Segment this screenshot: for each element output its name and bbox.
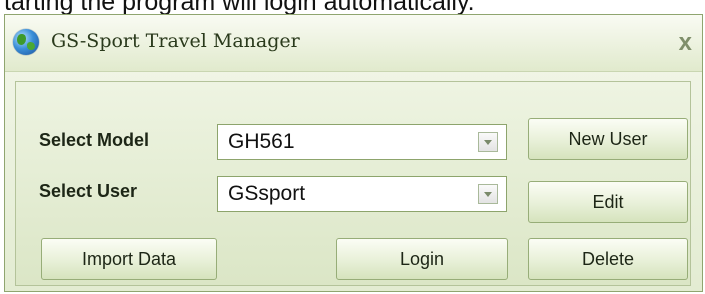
app-window: GS-Sport Travel Manager x Select Model G… — [4, 14, 703, 292]
window-title: GS-Sport Travel Manager — [51, 30, 300, 52]
select-user-label: Select User — [39, 181, 138, 201]
user-select[interactable]: GSsport — [217, 176, 507, 212]
close-icon[interactable]: x — [679, 31, 692, 55]
login-button[interactable]: Login — [336, 238, 508, 280]
select-model-label: Select Model — [39, 130, 150, 150]
chevron-down-icon[interactable] — [478, 132, 498, 152]
chevron-down-icon[interactable] — [478, 184, 498, 204]
model-select-value: GH561 — [228, 130, 295, 153]
edit-button[interactable]: Edit — [528, 181, 688, 223]
screenshot: tarting the program will login automatic… — [0, 0, 705, 294]
title-bar: GS-Sport Travel Manager x — [5, 15, 702, 72]
login-panel: Select Model GH561 New User Select User … — [15, 81, 691, 286]
new-user-button[interactable]: New User — [528, 118, 688, 160]
globe-icon — [13, 29, 39, 55]
delete-button[interactable]: Delete — [528, 238, 688, 280]
model-select[interactable]: GH561 — [217, 124, 507, 160]
import-data-button[interactable]: Import Data — [41, 238, 217, 280]
user-select-value: GSsport — [228, 182, 306, 205]
